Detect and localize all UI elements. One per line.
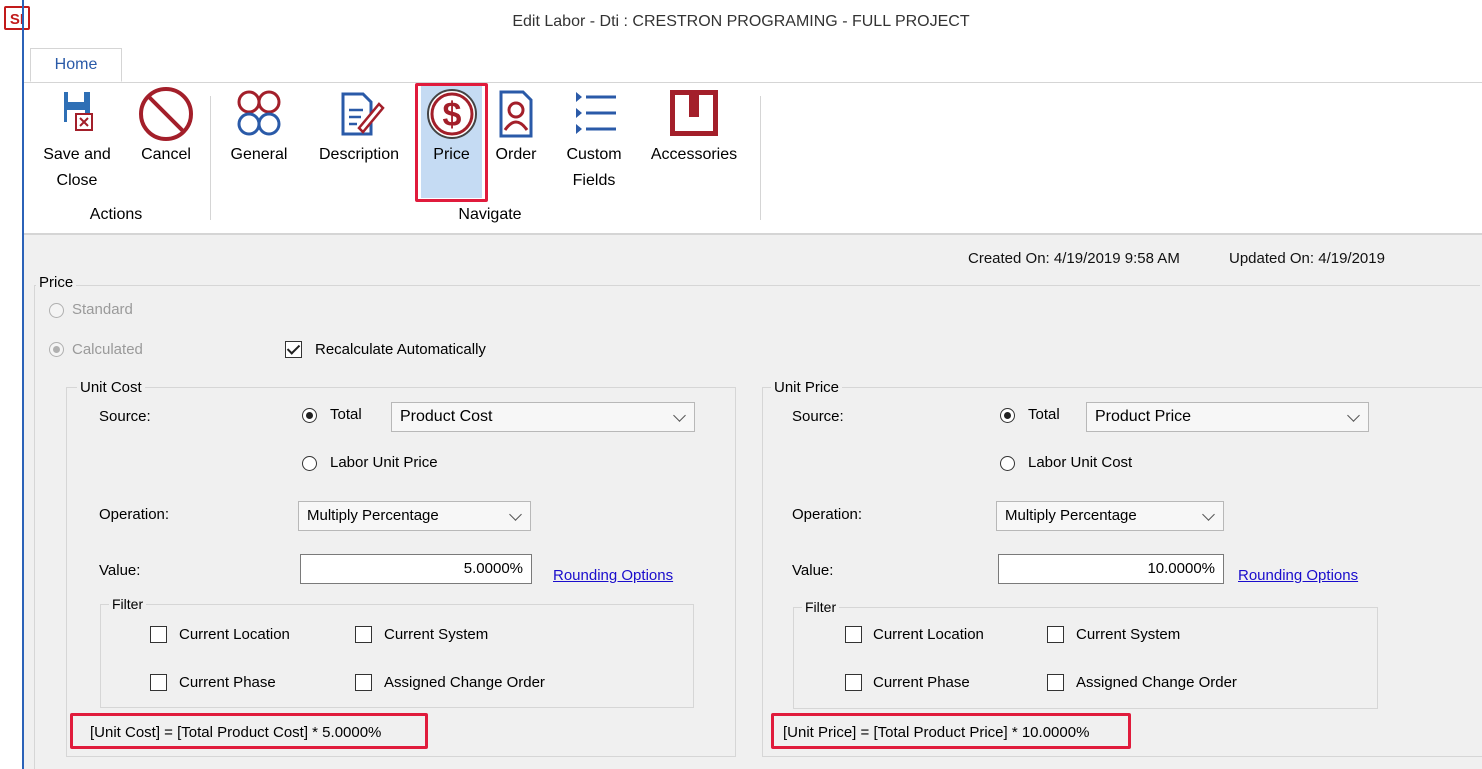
window-title: Edit Labor - Dti : CRESTRON PROGRAMING -… bbox=[512, 13, 970, 30]
custom-fields-button[interactable]: Custom Fields bbox=[552, 86, 636, 194]
order-label: Order bbox=[495, 146, 537, 163]
accessories-button[interactable]: Accessories bbox=[640, 86, 748, 168]
unit-price-label: Unit Price bbox=[771, 379, 843, 396]
uc-operation-select[interactable]: Multiply Percentage bbox=[298, 501, 531, 531]
price-group-label: Price bbox=[36, 274, 77, 291]
general-label: General bbox=[230, 146, 288, 163]
created-on: Created On: 4/19/2019 9:58 AM bbox=[968, 250, 1180, 267]
up-operation-value: Multiply Percentage bbox=[1005, 507, 1137, 524]
uc-assigned-change-order-checkbox[interactable] bbox=[355, 674, 372, 691]
uc-current-phase-label: Current Phase bbox=[179, 674, 276, 691]
save-close-label-2: Close bbox=[56, 172, 98, 189]
uc-formula-highlight-box bbox=[70, 713, 428, 749]
group-label-actions: Actions bbox=[89, 206, 143, 223]
accessories-label: Accessories bbox=[650, 146, 738, 163]
list-icon bbox=[576, 92, 616, 134]
up-current-phase-checkbox[interactable] bbox=[845, 674, 862, 691]
uc-source-label: Source: bbox=[99, 408, 151, 425]
order-button[interactable]: Order bbox=[488, 86, 544, 168]
up-operation-select[interactable]: Multiply Percentage bbox=[996, 501, 1224, 531]
up-formula-highlight-box bbox=[771, 713, 1131, 749]
custom-fields-label-1: Custom bbox=[566, 146, 622, 163]
uc-total-label: Total bbox=[330, 406, 362, 423]
up-total-radio[interactable] bbox=[1000, 408, 1015, 423]
uc-assigned-change-order-label: Assigned Change Order bbox=[384, 674, 545, 691]
save-close-label-1: Save and bbox=[43, 146, 111, 163]
recalculate-checkbox[interactable] bbox=[285, 341, 302, 358]
uc-source-value: Product Cost bbox=[400, 408, 493, 425]
uc-labor-unit-price-label: Labor Unit Price bbox=[330, 454, 438, 471]
up-source-label: Source: bbox=[792, 408, 844, 425]
uc-current-system-label: Current System bbox=[384, 626, 489, 643]
up-rounding-options-link[interactable]: Rounding Options bbox=[1238, 567, 1358, 584]
ribbon-separator bbox=[760, 96, 761, 220]
chevron-down-icon bbox=[1347, 409, 1360, 422]
uc-total-radio[interactable] bbox=[302, 408, 317, 423]
uc-labor-unit-price-radio[interactable] bbox=[302, 456, 317, 471]
description-icon bbox=[341, 92, 385, 136]
recalculate-label: Recalculate Automatically bbox=[315, 341, 486, 358]
uc-filter-label: Filter bbox=[109, 596, 147, 612]
group-label-navigate: Navigate bbox=[458, 206, 522, 223]
calculated-radio[interactable] bbox=[49, 342, 64, 357]
up-total-label: Total bbox=[1028, 406, 1060, 423]
standard-radio[interactable] bbox=[49, 303, 64, 318]
description-button[interactable]: Description bbox=[306, 86, 412, 168]
uc-operation-value: Multiply Percentage bbox=[307, 507, 439, 524]
updated-on: Updated On: 4/19/2019 bbox=[1229, 250, 1385, 267]
up-current-location-checkbox[interactable] bbox=[845, 626, 862, 643]
uc-current-system-checkbox[interactable] bbox=[355, 626, 372, 643]
up-assigned-change-order-label: Assigned Change Order bbox=[1076, 674, 1237, 691]
general-button[interactable]: General bbox=[222, 86, 296, 168]
up-current-system-label: Current System bbox=[1076, 626, 1181, 643]
uc-value-input[interactable]: 5.0000% bbox=[300, 554, 532, 584]
unit-cost-label: Unit Cost bbox=[77, 379, 145, 396]
cancel-button[interactable]: Cancel bbox=[128, 86, 204, 168]
up-labor-unit-cost-label: Labor Unit Cost bbox=[1028, 454, 1133, 471]
cancel-icon bbox=[139, 87, 193, 141]
up-current-system-checkbox[interactable] bbox=[1047, 626, 1064, 643]
uc-current-location-checkbox[interactable] bbox=[150, 626, 167, 643]
price-highlight-box bbox=[415, 83, 488, 202]
chevron-down-icon bbox=[673, 409, 686, 422]
uc-source-select[interactable]: Product Cost bbox=[391, 402, 695, 432]
up-labor-unit-cost-radio[interactable] bbox=[1000, 456, 1015, 471]
standard-label: Standard bbox=[72, 301, 133, 318]
save-and-close-button[interactable]: Save and Close bbox=[36, 86, 118, 194]
description-label: Description bbox=[318, 146, 400, 163]
up-source-value: Product Price bbox=[1095, 408, 1192, 425]
order-icon bbox=[499, 90, 533, 138]
tab-home[interactable]: Home bbox=[30, 48, 122, 82]
chevron-down-icon bbox=[1202, 508, 1215, 521]
general-icon bbox=[237, 90, 281, 136]
up-current-location-label: Current Location bbox=[873, 626, 984, 643]
uc-rounding-options-link[interactable]: Rounding Options bbox=[553, 567, 673, 584]
save-close-icon bbox=[64, 92, 93, 131]
uc-value-label: Value: bbox=[99, 562, 141, 579]
uc-current-location-label: Current Location bbox=[179, 626, 290, 643]
uc-operation-label: Operation: bbox=[99, 506, 170, 523]
chevron-down-icon bbox=[509, 508, 522, 521]
calculated-label: Calculated bbox=[72, 341, 143, 358]
ribbon-separator bbox=[210, 96, 211, 220]
up-value-label: Value: bbox=[792, 562, 834, 579]
up-value-input[interactable]: 10.0000% bbox=[998, 554, 1224, 584]
uc-filter-groupbox bbox=[100, 604, 694, 708]
cancel-label: Cancel bbox=[141, 146, 191, 163]
up-assigned-change-order-checkbox[interactable] bbox=[1047, 674, 1064, 691]
custom-fields-label-2: Fields bbox=[572, 172, 616, 189]
up-current-phase-label: Current Phase bbox=[873, 674, 970, 691]
up-filter-label: Filter bbox=[802, 599, 840, 615]
up-source-select[interactable]: Product Price bbox=[1086, 402, 1369, 432]
up-filter-groupbox bbox=[793, 607, 1378, 709]
ribbon-tabstrip bbox=[24, 48, 1482, 83]
accessories-icon bbox=[670, 90, 718, 136]
up-operation-label: Operation: bbox=[792, 506, 863, 523]
uc-current-phase-checkbox[interactable] bbox=[150, 674, 167, 691]
